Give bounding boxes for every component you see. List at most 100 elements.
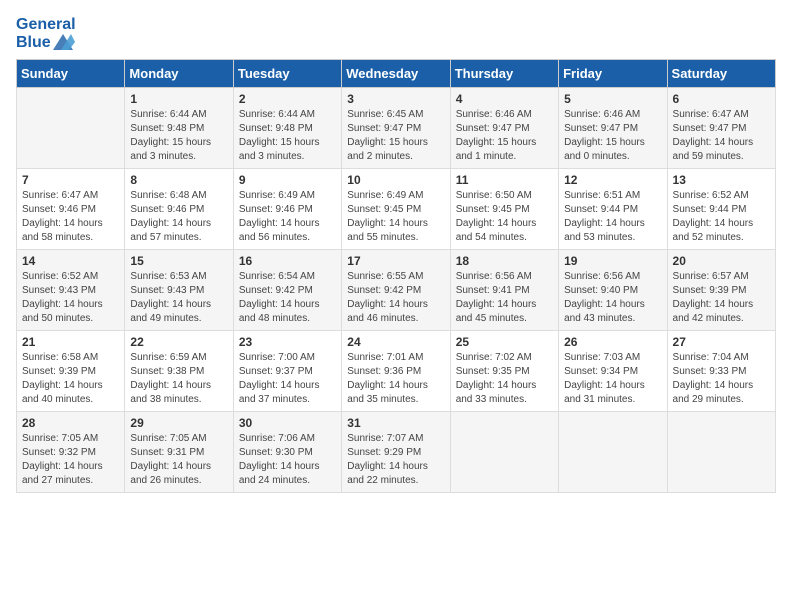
logo-text-block: General Blue	[16, 16, 76, 51]
day-number: 13	[673, 173, 770, 187]
calendar-cell: 19Sunrise: 6:56 AMSunset: 9:40 PMDayligh…	[559, 250, 667, 331]
logo-arrow-icon	[53, 34, 75, 50]
calendar-cell: 2Sunrise: 6:44 AMSunset: 9:48 PMDaylight…	[233, 88, 341, 169]
day-info: Sunrise: 6:46 AMSunset: 9:47 PMDaylight:…	[564, 108, 661, 164]
calendar-cell: 15 Sunrise: 6:53 AMSunset: 9:43 PMDayligh…	[125, 250, 233, 331]
calendar-cell: 14 Sunrise: 6:52 AMSunset: 9:43 PMDayligh…	[17, 250, 125, 331]
day-info: Sunrise: 6:51 AMSunset: 9:44 PMDaylight:…	[564, 189, 661, 245]
day-info: Sunrise: 6:52 AMSunset: 9:44 PMDaylight:…	[673, 189, 770, 245]
day-number: 30	[239, 416, 336, 430]
logo-blue-text: Blue	[16, 34, 51, 52]
day-info: Sunrise: 6:52 AMSunset: 9:43 PMDaylight:…	[22, 270, 119, 326]
calendar-cell: 7Sunrise: 6:47 AMSunset: 9:46 PMDaylight…	[17, 169, 125, 250]
day-info: Sunrise: 6:53 AMSunset: 9:43 PMDaylight:…	[130, 270, 227, 326]
day-number: 17	[347, 254, 444, 268]
day-number: 29	[130, 416, 227, 430]
calendar-cell: 26 Sunrise: 7:03 AMSunset: 9:34 PMDayligh…	[559, 331, 667, 412]
calendar-cell: 11Sunrise: 6:50 AMSunset: 9:45 PMDayligh…	[450, 169, 558, 250]
calendar-cell: 16Sunrise: 6:54 AMSunset: 9:42 PMDayligh…	[233, 250, 341, 331]
calendar-cell: 1 Sunrise: 6:44 AMSunset: 9:48 PMDaylight…	[125, 88, 233, 169]
day-number: 1	[130, 92, 227, 106]
day-number: 3	[347, 92, 444, 106]
calendar-cell: 18Sunrise: 6:56 AMSunset: 9:41 PMDayligh…	[450, 250, 558, 331]
column-header-friday: Friday	[559, 60, 667, 88]
logo: General Blue	[16, 16, 76, 51]
day-number: 4	[456, 92, 553, 106]
calendar-cell	[667, 412, 775, 493]
calendar-week-row: 28Sunrise: 7:05 AMSunset: 9:32 PMDayligh…	[17, 412, 776, 493]
page-header: General Blue	[16, 16, 776, 51]
calendar-week-row: 14 Sunrise: 6:52 AMSunset: 9:43 PMDayligh…	[17, 250, 776, 331]
day-info: Sunrise: 7:06 AMSunset: 9:30 PMDaylight:…	[239, 432, 336, 488]
day-number: 31	[347, 416, 444, 430]
day-number: 9	[239, 173, 336, 187]
day-info: Sunrise: 6:58 AMSunset: 9:39 PMDaylight:…	[22, 351, 119, 407]
column-header-saturday: Saturday	[667, 60, 775, 88]
calendar-cell: 31 Sunrise: 7:07 AMSunset: 9:29 PMDayligh…	[342, 412, 450, 493]
day-number: 14	[22, 254, 119, 268]
column-header-sunday: Sunday	[17, 60, 125, 88]
calendar-cell: 3 Sunrise: 6:45 AMSunset: 9:47 PMDaylight…	[342, 88, 450, 169]
calendar-cell: 8 Sunrise: 6:48 AMSunset: 9:46 PMDaylight…	[125, 169, 233, 250]
calendar-week-row: 21 Sunrise: 6:58 AMSunset: 9:39 PMDayligh…	[17, 331, 776, 412]
calendar-cell	[17, 88, 125, 169]
calendar-header-row: SundayMondayTuesdayWednesdayThursdayFrid…	[17, 60, 776, 88]
calendar-cell: 22 Sunrise: 6:59 AMSunset: 9:38 PMDayligh…	[125, 331, 233, 412]
column-header-thursday: Thursday	[450, 60, 558, 88]
day-info: Sunrise: 7:05 AMSunset: 9:31 PMDaylight:…	[130, 432, 227, 488]
day-info: Sunrise: 7:02 AMSunset: 9:35 PMDaylight:…	[456, 351, 553, 407]
calendar-cell: 24 Sunrise: 7:01 AMSunset: 9:36 PMDayligh…	[342, 331, 450, 412]
day-info: Sunrise: 6:59 AMSunset: 9:38 PMDaylight:…	[130, 351, 227, 407]
calendar-cell: 27 Sunrise: 7:04 AMSunset: 9:33 PMDayligh…	[667, 331, 775, 412]
day-number: 25	[456, 335, 553, 349]
day-info: Sunrise: 7:01 AMSunset: 9:36 PMDaylight:…	[347, 351, 444, 407]
day-info: Sunrise: 6:47 AMSunset: 9:47 PMDaylight:…	[673, 108, 770, 164]
calendar-cell: 21 Sunrise: 6:58 AMSunset: 9:39 PMDayligh…	[17, 331, 125, 412]
day-info: Sunrise: 6:47 AMSunset: 9:46 PMDaylight:…	[22, 189, 119, 245]
day-info: Sunrise: 6:44 AMSunset: 9:48 PMDaylight:…	[239, 108, 336, 164]
day-info: Sunrise: 6:56 AMSunset: 9:40 PMDaylight:…	[564, 270, 661, 326]
day-info: Sunrise: 6:45 AMSunset: 9:47 PMDaylight:…	[347, 108, 444, 164]
day-number: 27	[673, 335, 770, 349]
calendar-cell: 10Sunrise: 6:49 AMSunset: 9:45 PMDayligh…	[342, 169, 450, 250]
calendar-cell: 5 Sunrise: 6:46 AMSunset: 9:47 PMDaylight…	[559, 88, 667, 169]
calendar-cell: 6 Sunrise: 6:47 AMSunset: 9:47 PMDaylight…	[667, 88, 775, 169]
day-number: 28	[22, 416, 119, 430]
day-number: 21	[22, 335, 119, 349]
logo-general: General	[16, 16, 76, 34]
calendar-cell: 29 Sunrise: 7:05 AMSunset: 9:31 PMDayligh…	[125, 412, 233, 493]
column-header-wednesday: Wednesday	[342, 60, 450, 88]
column-header-monday: Monday	[125, 60, 233, 88]
day-info: Sunrise: 7:07 AMSunset: 9:29 PMDaylight:…	[347, 432, 444, 488]
day-number: 5	[564, 92, 661, 106]
day-number: 8	[130, 173, 227, 187]
day-info: Sunrise: 6:55 AMSunset: 9:42 PMDaylight:…	[347, 270, 444, 326]
calendar-cell: 9 Sunrise: 6:49 AMSunset: 9:46 PMDaylight…	[233, 169, 341, 250]
day-number: 22	[130, 335, 227, 349]
calendar-week-row: 7Sunrise: 6:47 AMSunset: 9:46 PMDaylight…	[17, 169, 776, 250]
calendar-cell: 20Sunrise: 6:57 AMSunset: 9:39 PMDayligh…	[667, 250, 775, 331]
day-info: Sunrise: 6:56 AMSunset: 9:41 PMDaylight:…	[456, 270, 553, 326]
day-number: 26	[564, 335, 661, 349]
calendar-cell: 30 Sunrise: 7:06 AMSunset: 9:30 PMDayligh…	[233, 412, 341, 493]
calendar-cell: 23Sunrise: 7:00 AMSunset: 9:37 PMDayligh…	[233, 331, 341, 412]
day-info: Sunrise: 6:48 AMSunset: 9:46 PMDaylight:…	[130, 189, 227, 245]
day-number: 10	[347, 173, 444, 187]
day-info: Sunrise: 7:03 AMSunset: 9:34 PMDaylight:…	[564, 351, 661, 407]
day-number: 15	[130, 254, 227, 268]
column-header-tuesday: Tuesday	[233, 60, 341, 88]
day-number: 6	[673, 92, 770, 106]
day-info: Sunrise: 6:57 AMSunset: 9:39 PMDaylight:…	[673, 270, 770, 326]
day-info: Sunrise: 7:04 AMSunset: 9:33 PMDaylight:…	[673, 351, 770, 407]
day-number: 12	[564, 173, 661, 187]
calendar-cell: 17 Sunrise: 6:55 AMSunset: 9:42 PMDayligh…	[342, 250, 450, 331]
day-number: 24	[347, 335, 444, 349]
day-info: Sunrise: 6:44 AMSunset: 9:48 PMDaylight:…	[130, 108, 227, 164]
calendar-cell	[559, 412, 667, 493]
day-info: Sunrise: 6:50 AMSunset: 9:45 PMDaylight:…	[456, 189, 553, 245]
calendar-cell: 28Sunrise: 7:05 AMSunset: 9:32 PMDayligh…	[17, 412, 125, 493]
calendar-cell: 25 Sunrise: 7:02 AMSunset: 9:35 PMDayligh…	[450, 331, 558, 412]
calendar-cell: 4Sunrise: 6:46 AMSunset: 9:47 PMDaylight…	[450, 88, 558, 169]
day-info: Sunrise: 7:00 AMSunset: 9:37 PMDaylight:…	[239, 351, 336, 407]
day-info: Sunrise: 6:49 AMSunset: 9:46 PMDaylight:…	[239, 189, 336, 245]
